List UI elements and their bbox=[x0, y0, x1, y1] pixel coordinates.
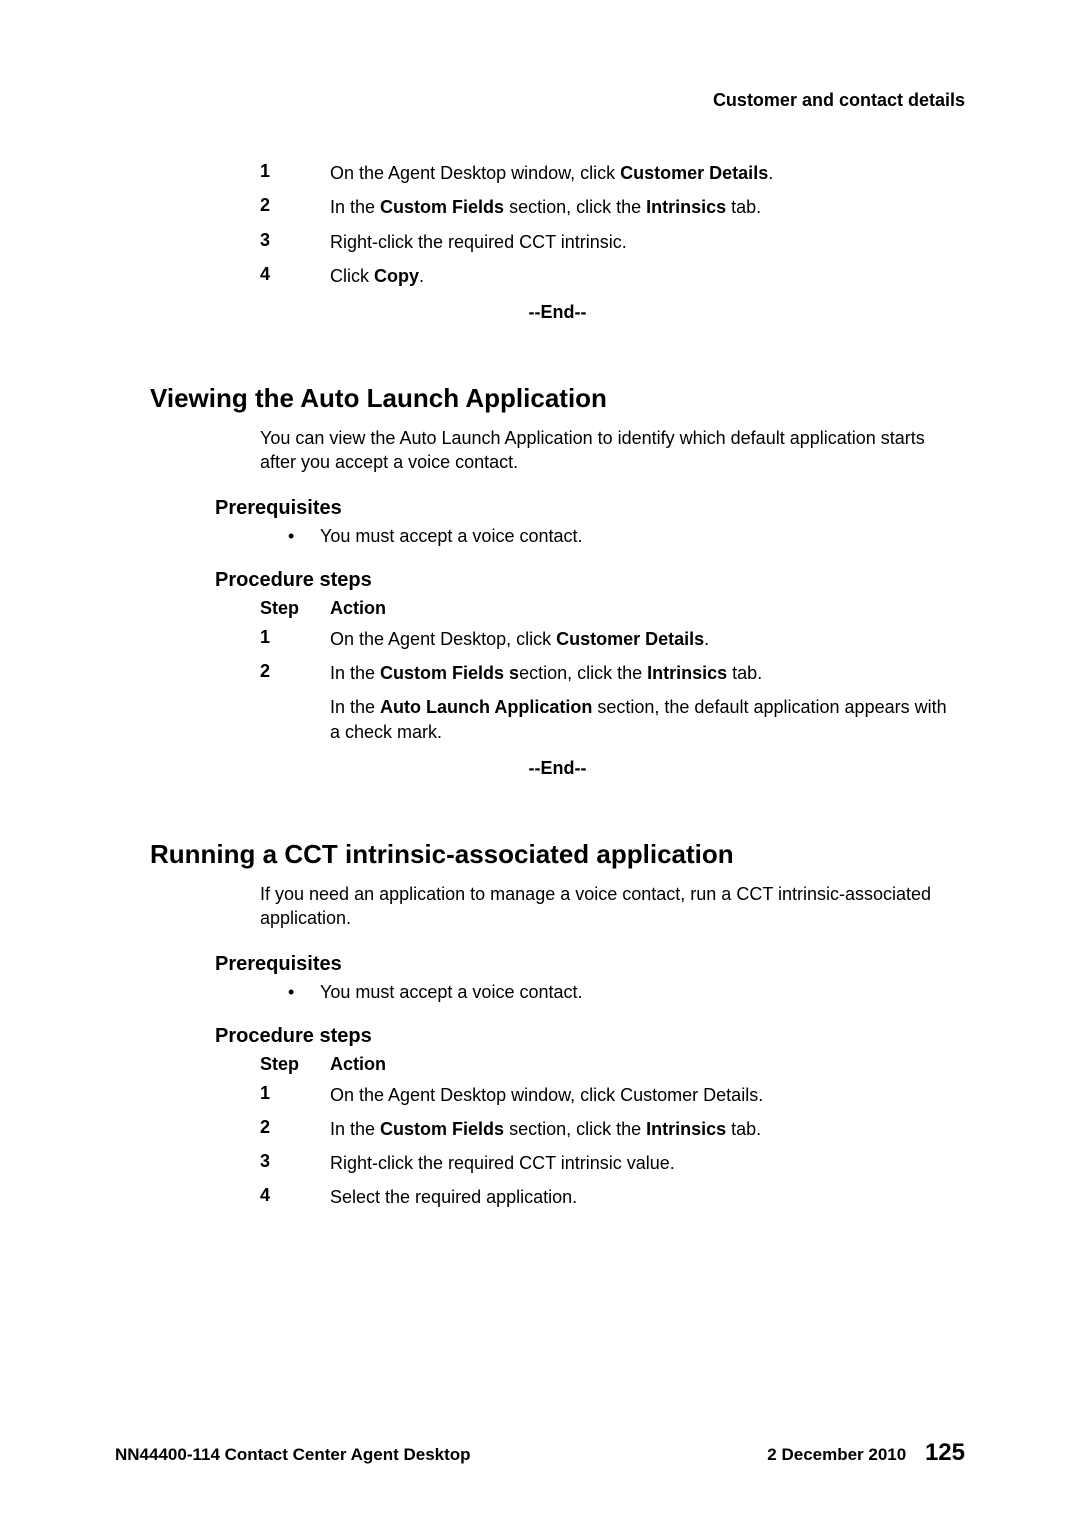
footer-doc-id: NN44400-114 Contact Center Agent Desktop bbox=[115, 1445, 471, 1465]
step-action: On the Agent Desktop window, click Custo… bbox=[330, 1083, 965, 1107]
step-row: 3 Right-click the required CCT intrinsic… bbox=[150, 1151, 965, 1175]
step-row: 1 On the Agent Desktop, click Customer D… bbox=[150, 627, 965, 651]
page-footer: NN44400-114 Contact Center Agent Desktop… bbox=[115, 1439, 965, 1467]
end-marker: --End-- bbox=[150, 302, 965, 323]
step-number: 2 bbox=[260, 195, 330, 219]
step-row: 2 In the Custom Fields section, click th… bbox=[150, 195, 965, 219]
bullet-text: You must accept a voice contact. bbox=[320, 982, 583, 1003]
step-row: 4 Select the required application. bbox=[150, 1185, 965, 1209]
th-step: Step bbox=[260, 598, 330, 619]
bullet-item: • You must accept a voice contact. bbox=[150, 526, 965, 547]
step-row: 3 Right-click the required CCT intrinsic… bbox=[150, 230, 965, 254]
step-action: Right-click the required CCT intrinsic v… bbox=[330, 1151, 965, 1175]
step-number: 4 bbox=[260, 1185, 330, 1209]
step-row: 4 Click Copy. bbox=[150, 264, 965, 288]
section-intro: If you need an application to manage a v… bbox=[150, 882, 965, 931]
step-action: In the Custom Fields section, click the … bbox=[330, 661, 965, 685]
end-marker: --End-- bbox=[150, 758, 965, 779]
step-row: 2 In the Custom Fields section, click th… bbox=[150, 661, 965, 685]
th-action: Action bbox=[330, 598, 386, 619]
step-row: 1 On the Agent Desktop window, click Cus… bbox=[150, 1083, 965, 1107]
step-table-header: Step Action bbox=[150, 598, 965, 619]
step-table-header: Step Action bbox=[150, 1054, 965, 1075]
section-title-auto-launch: Viewing the Auto Launch Application bbox=[150, 383, 965, 414]
bullet-dot-icon: • bbox=[288, 982, 320, 1003]
procedure-steps-heading: Procedure steps bbox=[150, 1025, 965, 1048]
footer-right: 2 December 2010 125 bbox=[767, 1439, 965, 1467]
step-number: 2 bbox=[260, 1117, 330, 1141]
step-row: 1 On the Agent Desktop window, click Cus… bbox=[150, 161, 965, 185]
procedure-steps-heading: Procedure steps bbox=[150, 569, 965, 592]
step-number: 2 bbox=[260, 661, 330, 685]
bullet-text: You must accept a voice contact. bbox=[320, 526, 583, 547]
bullet-item: • You must accept a voice contact. bbox=[150, 982, 965, 1003]
bullet-dot-icon: • bbox=[288, 526, 320, 547]
step-number: 1 bbox=[260, 1083, 330, 1107]
step-number: 1 bbox=[260, 627, 330, 651]
step-row: 2 In the Custom Fields section, click th… bbox=[150, 1117, 965, 1141]
step-action: Right-click the required CCT intrinsic. bbox=[330, 230, 965, 254]
th-action: Action bbox=[330, 1054, 386, 1075]
step-action: Select the required application. bbox=[330, 1185, 965, 1209]
th-step: Step bbox=[260, 1054, 330, 1075]
page-number: 125 bbox=[925, 1439, 965, 1466]
footer-date: 2 December 2010 bbox=[767, 1445, 906, 1464]
step-action: In the Custom Fields section, click the … bbox=[330, 195, 965, 219]
step-action: In the Custom Fields section, click the … bbox=[330, 1117, 965, 1141]
note-text: In the Auto Launch Application section, … bbox=[150, 695, 965, 744]
step-number: 4 bbox=[260, 264, 330, 288]
document-page: Customer and contact details 1 On the Ag… bbox=[0, 0, 1080, 1527]
procedure-1-steps: 1 On the Agent Desktop window, click Cus… bbox=[150, 161, 965, 288]
step-action: On the Agent Desktop window, click Custo… bbox=[330, 161, 965, 185]
step-action: Click Copy. bbox=[330, 264, 965, 288]
prerequisites-heading: Prerequisites bbox=[150, 953, 965, 976]
step-number: 3 bbox=[260, 1151, 330, 1175]
section-title-cct-intrinsic: Running a CCT intrinsic-associated appli… bbox=[150, 839, 965, 870]
section-intro: You can view the Auto Launch Application… bbox=[150, 426, 965, 475]
step-number: 1 bbox=[260, 161, 330, 185]
step-action: On the Agent Desktop, click Customer Det… bbox=[330, 627, 965, 651]
step-number: 3 bbox=[260, 230, 330, 254]
prerequisites-heading: Prerequisites bbox=[150, 497, 965, 520]
page-header-title: Customer and contact details bbox=[150, 90, 965, 111]
